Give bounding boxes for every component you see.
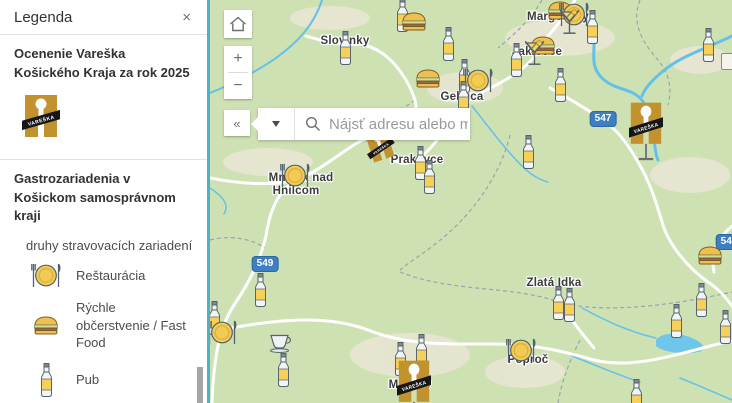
app-window: SlovinkyMargecanyJaklovceGelnicaPrakovce… — [0, 0, 732, 403]
pub-marker[interactable] — [669, 304, 684, 338]
zoom-out-button[interactable]: − — [224, 73, 252, 99]
search-icon — [295, 116, 327, 132]
legend-titlebar: Legenda × — [0, 0, 207, 35]
pub-marker[interactable] — [509, 43, 524, 77]
pub-marker[interactable] — [694, 283, 709, 317]
pub-marker[interactable] — [553, 68, 568, 102]
home-button[interactable] — [224, 10, 252, 38]
pub-marker[interactable] — [562, 288, 577, 322]
search-input[interactable] — [327, 114, 470, 134]
pub-marker[interactable] — [253, 273, 268, 307]
scrollbar-thumb[interactable] — [197, 367, 203, 403]
gastro-section: Gastrozariadenia v Košickom samosprávnom… — [0, 160, 207, 403]
pub-marker[interactable] — [629, 379, 644, 403]
road-shield: 549 — [252, 257, 278, 271]
pub-marker[interactable] — [338, 31, 353, 65]
legend-item-plate: Reštaurácia — [28, 263, 193, 288]
legend-item-burger: Rýchle občerstvenie / Fast Food — [28, 299, 193, 352]
legend-items: Reštaurácia Rýchle občerstvenie / Fast F… — [14, 263, 193, 403]
zoom-in-button[interactable]: + — [224, 46, 252, 72]
collapse-search-button[interactable]: « — [224, 110, 250, 136]
burger-marker[interactable] — [415, 68, 441, 88]
pub-marker[interactable] — [701, 28, 716, 62]
plate-marker[interactable] — [280, 163, 310, 188]
legend-item-label: Rýchle občerstvenie / Fast Food — [76, 300, 186, 351]
search-caret — [251, 117, 258, 131]
legend-panel: Legenda × Ocenenie Vareška Košického Kra… — [0, 0, 210, 403]
map-canvas[interactable]: SlovinkyMargecanyJaklovceGelnicaPrakovce… — [210, 0, 732, 403]
legend-item-label: Reštaurácia — [76, 267, 146, 283]
pub-marker[interactable] — [585, 10, 600, 44]
vareska-award-icon: VAREŠKA — [18, 94, 64, 137]
road-shield: 547 — [590, 112, 616, 126]
pub-marker[interactable] — [422, 160, 437, 194]
burger-marker[interactable] — [697, 245, 723, 265]
pub-marker[interactable] — [276, 353, 291, 387]
partial-road-shield — [721, 53, 732, 70]
close-icon[interactable]: × — [178, 8, 195, 27]
burger-icon — [28, 316, 64, 335]
cafe-marker[interactable] — [269, 334, 293, 353]
pub-marker[interactable] — [521, 135, 536, 169]
zoom-control: + − — [224, 46, 252, 99]
chevron-down-icon — [272, 121, 280, 127]
legend-title: Legenda — [14, 9, 73, 26]
home-icon — [230, 16, 246, 32]
gastro-subheading: druhy stravovacích zariadení — [26, 238, 193, 254]
pub-marker[interactable] — [441, 27, 456, 61]
martini-marker[interactable] — [559, 9, 580, 35]
pub-marker[interactable] — [718, 310, 732, 344]
pub-icon — [28, 362, 64, 397]
award-section: Ocenenie Vareška Košického Kraja za rok … — [0, 35, 207, 155]
plate-marker[interactable] — [506, 338, 536, 363]
martini-marker[interactable] — [524, 40, 545, 66]
plate-icon — [28, 263, 64, 288]
award-section-heading: Ocenenie Vareška Košického Kraja za rok … — [14, 46, 190, 80]
vareska-pin-marker[interactable]: VAREŠKA — [393, 360, 435, 403]
gastro-section-heading: Gastrozariadenia v Košickom samosprávnom… — [14, 170, 176, 224]
plate-marker[interactable] — [210, 320, 237, 345]
legend-item-pub: Pub — [28, 362, 193, 397]
legend-item-label: Pub — [76, 372, 100, 388]
burger-marker[interactable] — [401, 11, 427, 31]
vareska-pin-marker[interactable]: VAREŠKA — [625, 102, 667, 166]
search-widget — [251, 108, 470, 140]
search-source-dropdown[interactable] — [258, 108, 295, 140]
